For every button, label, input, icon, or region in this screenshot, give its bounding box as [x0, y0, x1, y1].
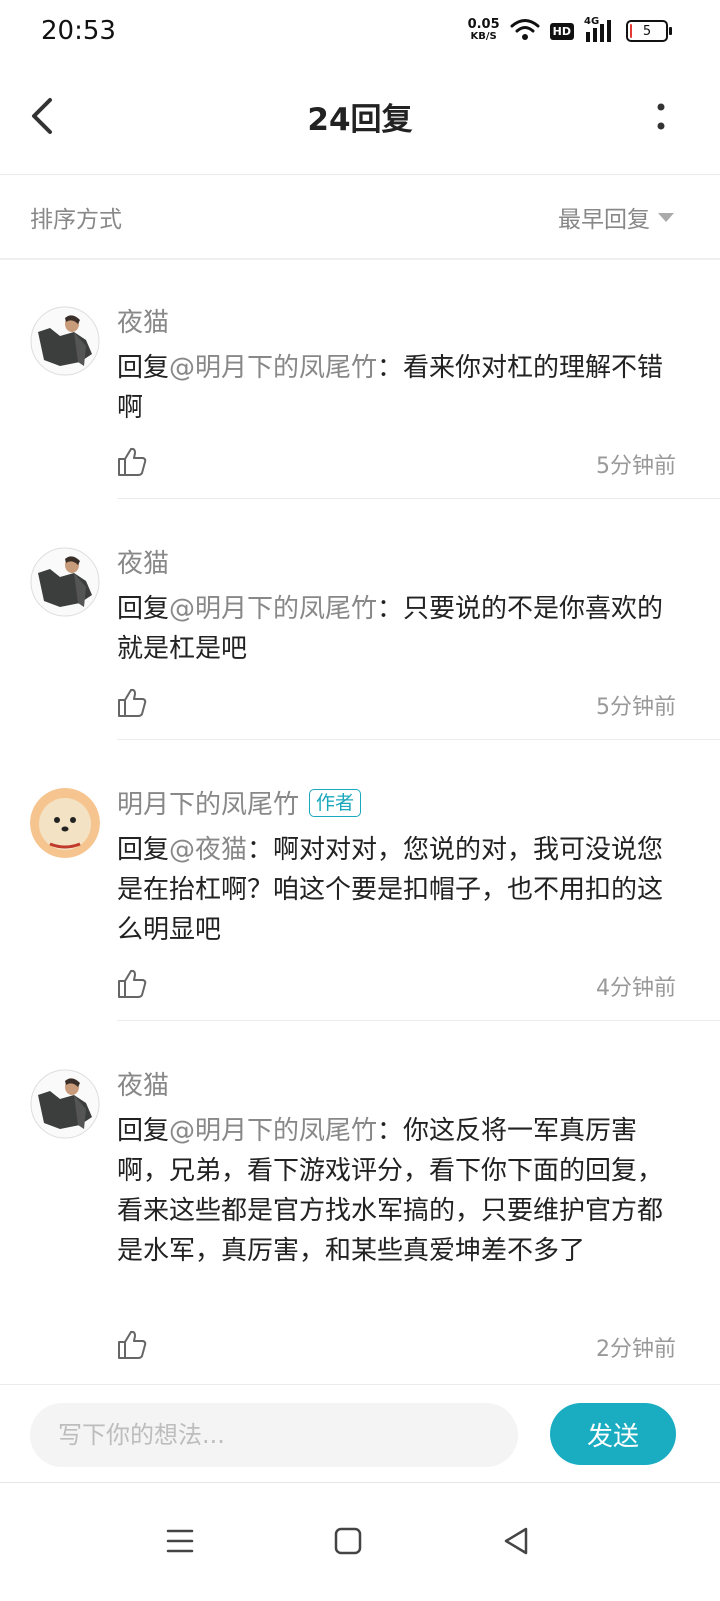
signal-icon: 4G — [584, 16, 616, 44]
hd-badge: HD — [549, 22, 574, 40]
mention-link[interactable]: @明月下的凤尾竹 — [169, 594, 377, 624]
reply-content: 回复@明月下的凤尾竹：你这反将一军真厉害啊，兄弟，看下游戏评分，看下你下面的回复… — [117, 1111, 672, 1271]
page-title: 24回复 — [307, 102, 413, 138]
mention-link[interactable]: @明月下的凤尾竹 — [169, 1116, 377, 1146]
menu-icon — [166, 1529, 194, 1553]
username-text: 夜猫 — [117, 1071, 170, 1101]
username-text: 夜猫 — [117, 308, 170, 338]
reply-content: 回复@明月下的凤尾竹：看来你对杠的理解不错啊 — [117, 348, 672, 428]
reply-prefix: 回复 — [117, 1116, 170, 1146]
reply-time: 5分钟前 — [596, 695, 676, 720]
more-vertical-icon — [657, 103, 665, 130]
mention-link[interactable]: @明月下的凤尾竹 — [169, 353, 377, 383]
send-button[interactable]: 发送 — [550, 1403, 676, 1465]
network-type: 4G — [584, 16, 600, 27]
battery-fill — [630, 24, 632, 38]
thumbs-up-icon — [118, 1330, 147, 1359]
more-button[interactable] — [646, 100, 676, 136]
nav-back-button[interactable] — [498, 1523, 534, 1559]
system-nav-bar — [0, 1482, 720, 1601]
reply-content: 回复@夜猫：啊对对对，您说的对，我可没说您是在抬杠啊？咱这个要是扣帽子，也不用扣… — [117, 830, 672, 950]
top-bar: 24回复 — [0, 64, 720, 175]
reply-username[interactable]: 明月下的凤尾竹 作者 — [117, 784, 362, 821]
status-bar: 20:53 0.05 KB/S HD 4G 5 — [0, 0, 720, 64]
sort-dropdown[interactable]: 最早回复 — [558, 200, 674, 234]
avatar[interactable] — [30, 788, 100, 858]
network-speed: 0.05 KB/S — [467, 17, 500, 43]
wifi-icon — [510, 17, 540, 45]
thumbs-up-icon — [118, 688, 147, 717]
like-button[interactable] — [116, 687, 148, 719]
reply-time: 5分钟前 — [596, 454, 676, 479]
mention-link[interactable]: @夜猫 — [169, 835, 247, 865]
nav-menu-button[interactable] — [162, 1523, 198, 1559]
network-speed-unit: KB/S — [470, 31, 497, 42]
caret-down-icon — [658, 212, 674, 222]
reply-time: 4分钟前 — [596, 976, 676, 1001]
reply-content: 回复@明月下的凤尾竹：只要说的不是你喜欢的就是杠是吧 — [117, 589, 672, 669]
username-text: 夜猫 — [117, 549, 170, 579]
reply-prefix: 回复 — [117, 594, 170, 624]
back-triangle-icon — [504, 1527, 528, 1555]
avatar[interactable] — [30, 1069, 100, 1139]
avatar[interactable] — [30, 306, 100, 376]
reply-prefix: 回复 — [117, 353, 170, 383]
battery-level: 5 — [642, 23, 652, 39]
reply-time: 2分钟前 — [596, 1337, 676, 1362]
divider — [117, 1020, 720, 1021]
thumbs-up-icon — [118, 969, 147, 998]
sort-label: 排序方式 — [30, 207, 122, 233]
author-badge: 作者 — [309, 788, 362, 817]
divider — [117, 739, 720, 740]
avatar[interactable] — [30, 547, 100, 617]
comment-input[interactable] — [30, 1403, 518, 1467]
nav-home-button[interactable] — [330, 1523, 366, 1559]
reply-username[interactable]: 夜猫 — [117, 1065, 169, 1102]
reply-username[interactable]: 夜猫 — [117, 302, 169, 339]
battery-indicator: 5 — [626, 20, 672, 42]
like-button[interactable] — [116, 446, 148, 478]
sort-selected-value: 最早回复 — [558, 207, 650, 233]
reply-username[interactable]: 夜猫 — [117, 543, 169, 580]
like-button[interactable] — [116, 968, 148, 1000]
network-speed-value: 0.05 — [467, 17, 500, 32]
sort-bar: 排序方式 最早回复 — [0, 174, 720, 260]
reply-prefix: 回复 — [117, 835, 170, 865]
username-text: 明月下的凤尾竹 — [117, 790, 300, 820]
home-square-icon — [334, 1527, 362, 1555]
like-button[interactable] — [116, 1329, 148, 1361]
thumbs-up-icon — [118, 447, 147, 476]
status-time: 20:53 — [41, 16, 116, 46]
status-icons: 0.05 KB/S HD 4G 5 — [467, 14, 672, 48]
divider — [117, 498, 720, 499]
compose-bar: 发送 — [0, 1384, 720, 1483]
